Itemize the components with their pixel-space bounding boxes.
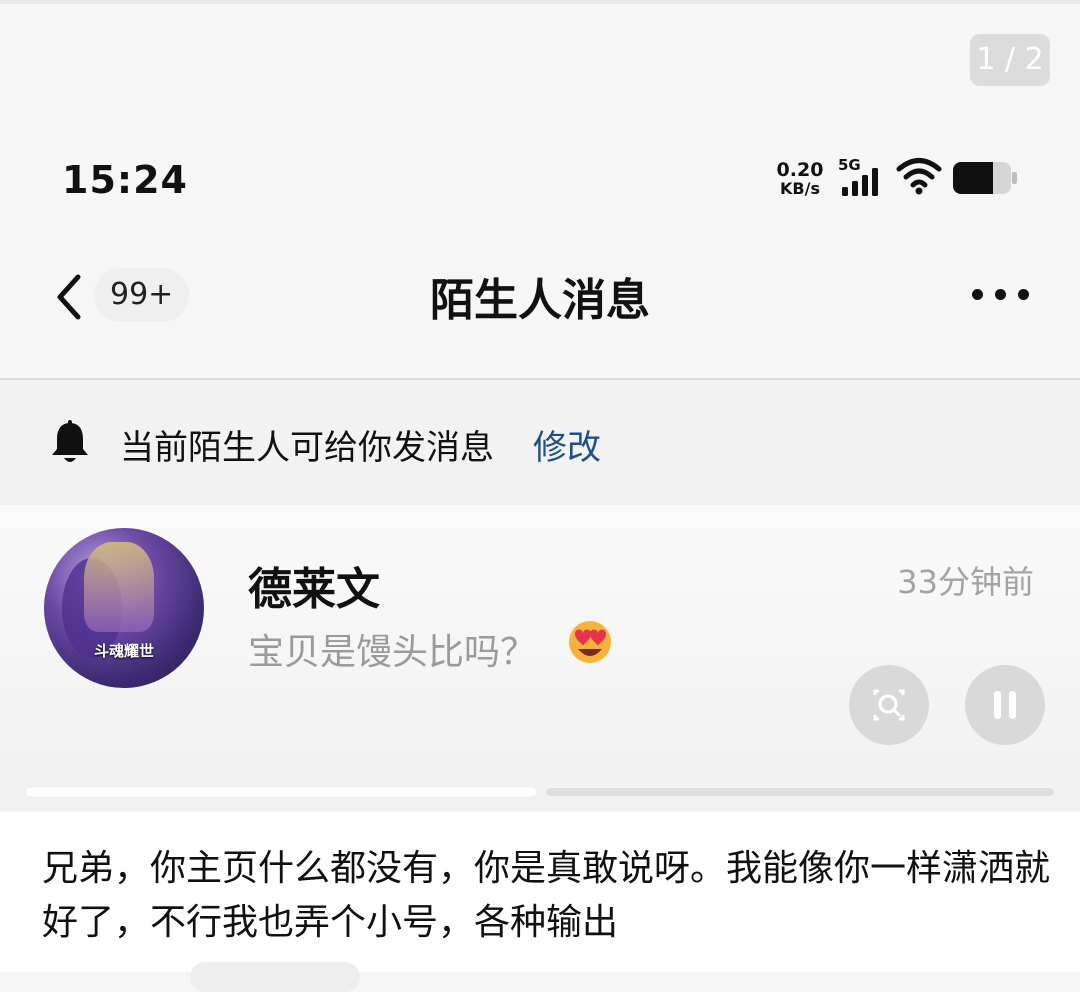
message-time: 33分钟前 — [897, 563, 1034, 601]
image-progress-indicator — [0, 788, 1080, 802]
image-search-icon[interactable] — [849, 665, 929, 745]
sender-name: 德莱文 — [248, 564, 380, 615]
modify-setting-link[interactable]: 修改 — [533, 420, 601, 469]
pause-icon[interactable] — [965, 665, 1045, 745]
unread-count-badge[interactable]: 99+ — [94, 268, 190, 322]
navigation-bar: 99+ 陌生人消息 — [0, 250, 1080, 340]
network-speed-value: 0.20 — [776, 159, 824, 181]
status-bar: 15:24 0.20 KB/s 5G — [0, 140, 1080, 220]
message-preview: 宝贝是馒头比吗？ — [248, 632, 537, 673]
notice-text: 当前陌生人可给你发消息 — [120, 428, 494, 468]
stranger-message-notice: 当前陌生人可给你发消息 修改 — [0, 380, 1080, 505]
network-speed: 0.20 KB/s — [774, 160, 826, 198]
conversation-item[interactable]: 斗魂耀世 德莱文 33分钟前 宝贝是馒头比吗？ — [0, 505, 1080, 810]
wifi-icon — [896, 158, 942, 195]
image-page-counter: 1 / 2 — [970, 34, 1050, 86]
bottom-chip — [190, 962, 360, 992]
status-clock: 15:24 — [62, 158, 188, 202]
more-dots-icon[interactable] — [966, 276, 1036, 312]
chevron-left-icon[interactable] — [50, 272, 86, 322]
heart-eyes-emoji-icon — [569, 621, 611, 663]
progress-segment-active — [26, 788, 536, 796]
avatar[interactable]: 斗魂耀世 — [44, 528, 204, 688]
post-caption: 兄弟，你主页什么都没有，你是真敢说呀。我能像你一样潇洒就好了，不行我也弄个小号，… — [0, 812, 1080, 992]
avatar-caption: 斗魂耀世 — [93, 642, 154, 660]
network-type-label: 5G — [838, 156, 861, 174]
top-edge — [0, 0, 1080, 4]
caption-text: 兄弟，你主页什么都没有，你是真敢说呀。我能像你一样潇洒就好了，不行我也弄个小号，… — [42, 848, 1051, 943]
page-title: 陌生人消息 — [430, 275, 650, 326]
bell-icon — [52, 420, 88, 462]
network-speed-unit: KB/s — [780, 179, 820, 198]
progress-segment-inactive — [546, 788, 1054, 796]
battery-icon — [953, 162, 1017, 194]
signal-icon: 5G — [838, 156, 878, 196]
